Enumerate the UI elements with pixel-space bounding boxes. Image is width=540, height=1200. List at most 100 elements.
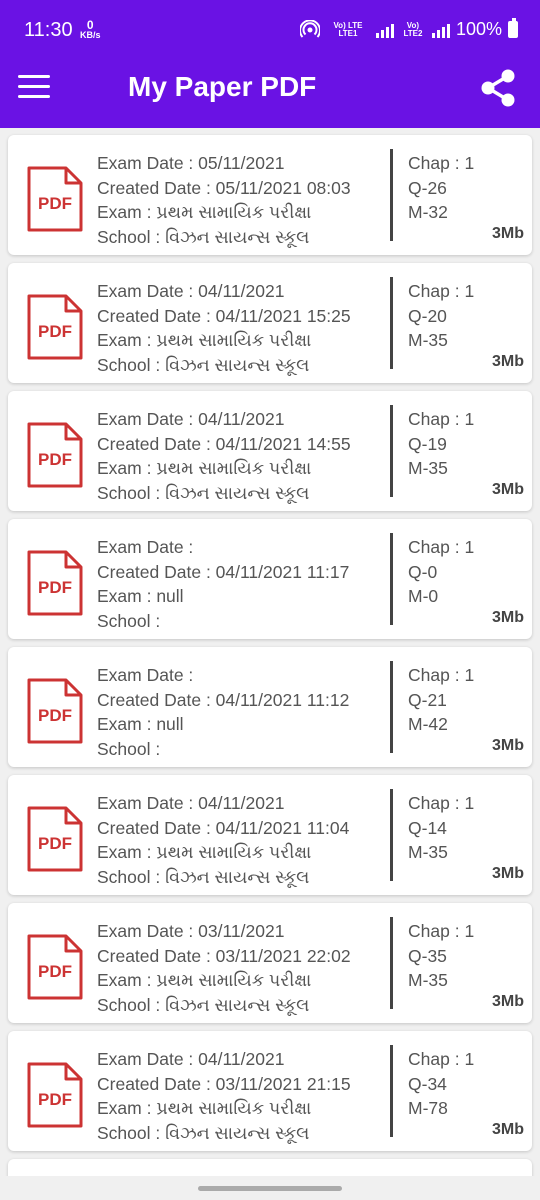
created-date-value: 03/11/2021 22:02 <box>215 945 351 966</box>
paper-info: Exam Date : 04/11/2021 Created Date : 04… <box>97 279 387 377</box>
exam-date-line: Exam Date : 04/11/2021 <box>97 279 387 304</box>
exam-label: Exam : <box>97 842 157 862</box>
exam-date-label: Exam Date : <box>97 537 194 557</box>
exam-date-value: 05/11/2021 <box>198 153 285 173</box>
exam-line: Exam : પ્રથમ સામાયિક પરીક્ષા <box>97 968 387 993</box>
exam-value: પ્રથમ સામાયિક પરીક્ષા <box>156 842 312 862</box>
school-value: વિઝન સાયન્સ સ્કૂલ <box>165 866 310 887</box>
chapter-line: Chap : 1 <box>408 791 474 816</box>
exam-label: Exam : <box>97 330 157 350</box>
paper-info: Exam Date : Created Date : 04/11/2021 11… <box>97 663 387 761</box>
paper-card[interactable]: PDF Exam Date : 03/11/2021 Created Date … <box>8 903 532 1023</box>
pdf-file-icon: PDF <box>27 294 83 360</box>
paper-card[interactable]: PDF Exam Date : 04/11/2021 Created Date … <box>8 775 532 895</box>
exam-date-label: Exam Date : <box>97 153 199 173</box>
chapter-value: 1 <box>464 153 475 173</box>
paper-card[interactable]: PDF Exam Date : 04/11/2021 Created Date … <box>8 391 532 511</box>
exam-line: Exam : પ્રથમ સામાયિક પરીક્ષા <box>97 840 387 865</box>
chapter-label: Chap : <box>408 281 465 301</box>
vertical-divider <box>390 277 393 369</box>
created-date-label: Created Date : <box>97 1073 216 1094</box>
created-date-label: Created Date : <box>97 433 216 454</box>
school-label: School : <box>97 866 166 887</box>
home-gesture-handle[interactable] <box>198 1186 342 1191</box>
marks-count: M-35 <box>408 330 448 350</box>
exam-date-line: Exam Date : 05/11/2021 <box>97 151 387 176</box>
marks-count: M-0 <box>408 586 439 606</box>
net-speed-unit: KB/s <box>80 30 101 40</box>
file-size: 3Mb <box>492 225 524 242</box>
app-title: My Paper PDF <box>128 71 317 102</box>
file-size: 3Mb <box>492 865 524 882</box>
pdf-file-icon: PDF <box>27 806 83 872</box>
exam-value: null <box>156 714 184 734</box>
chapter-line: Chap : 1 <box>408 407 474 432</box>
chapter-value: 1 <box>464 409 475 429</box>
signal-icon-2 <box>431 22 450 38</box>
paper-card[interactable]: PDF Exam Date : 04/11/2021 Created Date … <box>8 1031 532 1151</box>
exam-label: Exam : <box>97 1098 157 1118</box>
question-count: Q-19 <box>408 433 447 454</box>
created-date-label: Created Date : <box>97 945 216 966</box>
svg-text:PDF: PDF <box>38 578 72 597</box>
exam-label: Exam : <box>97 970 157 990</box>
hamburger-menu-icon[interactable] <box>18 75 50 101</box>
paper-card[interactable]: PDF Exam Date : 05/11/2021 Created Date … <box>8 135 532 255</box>
school-line: School : વિઝન સાયન્સ સ્કૂલ <box>97 993 387 1018</box>
share-icon[interactable] <box>476 66 520 110</box>
pdf-file-icon: PDF <box>27 678 83 744</box>
chapter-line: Chap : 1 <box>408 663 474 688</box>
status-time: 11:30 <box>24 19 73 41</box>
exam-date-value: 04/11/2021 <box>198 1049 285 1069</box>
svg-text:PDF: PDF <box>38 706 72 725</box>
vertical-divider <box>390 661 393 753</box>
paper-card[interactable]: PDF Exam Date : Created Date : 04/11/202… <box>8 647 532 767</box>
question-count: Q-21 <box>408 689 447 710</box>
vertical-divider <box>390 1045 393 1137</box>
exam-date-label: Exam Date : <box>97 921 199 941</box>
exam-label: Exam : <box>97 586 157 606</box>
paper-info: Exam Date : Created Date : 04/11/2021 11… <box>97 535 387 633</box>
exam-date-value: 04/11/2021 <box>198 409 285 429</box>
exam-line: Exam : પ્રથમ સામાયિક પરીક્ષા <box>97 456 387 481</box>
file-size: 3Mb <box>492 737 524 754</box>
exam-value: પ્રથમ સામાયિક પરીક્ષા <box>156 330 312 350</box>
exam-date-line: Exam Date : 04/11/2021 <box>97 1047 387 1072</box>
chapter-label: Chap : <box>408 921 465 941</box>
chapter-value: 1 <box>464 793 475 813</box>
paper-stats: Chap : 1 Q-34 M-78 <box>408 1047 474 1121</box>
vertical-divider <box>390 917 393 1009</box>
exam-date-line: Exam Date : <box>97 663 387 688</box>
exam-date-line: Exam Date : 03/11/2021 <box>97 919 387 944</box>
chapter-label: Chap : <box>408 1049 465 1069</box>
school-line: School : વિઝન સાયન્સ સ્કૂલ <box>97 1121 387 1146</box>
created-date-line: Created Date : 04/11/2021 11:04 <box>97 816 387 841</box>
exam-line: Exam : null <box>97 712 387 737</box>
exam-date-label: Exam Date : <box>97 793 199 813</box>
exam-label: Exam : <box>97 458 157 478</box>
exam-value: null <box>156 586 184 606</box>
question-count: Q-26 <box>408 177 447 198</box>
school-line: School : વિઝન સાયન્સ સ્કૂલ <box>97 225 387 250</box>
vertical-divider <box>390 149 393 241</box>
marks-count: M-78 <box>408 1098 448 1118</box>
created-date-line: Created Date : 04/11/2021 11:17 <box>97 560 387 585</box>
chapter-label: Chap : <box>408 153 465 173</box>
exam-label: Exam : <box>97 202 157 222</box>
created-date-line: Created Date : 05/11/2021 08:03 <box>97 176 387 201</box>
school-line: School : <box>97 609 387 634</box>
hotspot-icon <box>299 19 320 38</box>
pdf-file-icon: PDF <box>27 934 83 1000</box>
created-date-label: Created Date : <box>97 177 216 198</box>
paper-card[interactable]: PDF Exam Date : 04/11/2021 Created Date … <box>8 263 532 383</box>
net-speed: 0 KB/s <box>80 19 101 40</box>
created-date-line: Created Date : 04/11/2021 11:12 <box>97 688 387 713</box>
paper-stats: Chap : 1 Q-20 M-35 <box>408 279 474 353</box>
school-value: વિઝન સાયન્સ સ્કૂલ <box>165 1122 310 1143</box>
marks-count: M-35 <box>408 970 448 990</box>
paper-card[interactable]: PDF Exam Date : Created Date : 04/11/202… <box>8 519 532 639</box>
marks-count: M-35 <box>408 842 448 862</box>
created-date-value: 05/11/2021 08:03 <box>215 177 351 198</box>
school-line: School : વિઝન સાયન્સ સ્કૂલ <box>97 481 387 506</box>
paper-info: Exam Date : 05/11/2021 Created Date : 05… <box>97 151 387 249</box>
